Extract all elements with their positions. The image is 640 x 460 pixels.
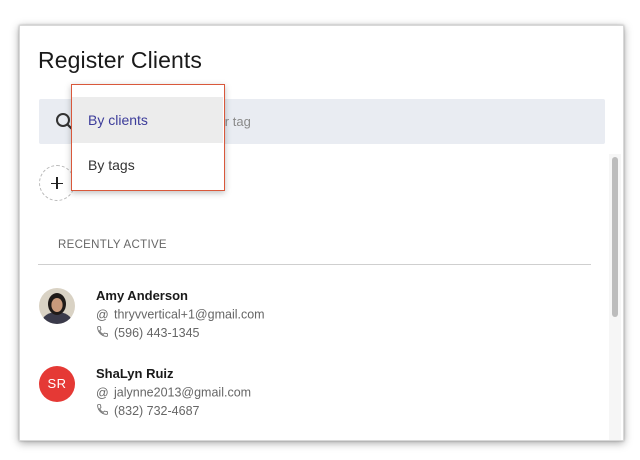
client-email: jalynne2013@gmail.com (114, 385, 252, 400)
scrollbar-thumb[interactable] (612, 157, 618, 317)
phone-icon (96, 325, 110, 341)
client-phone-row: (832) 732-4687 (96, 403, 199, 419)
section-divider (38, 264, 591, 265)
search-mode-dropdown: By clients By tags (71, 84, 225, 191)
client-email-row: @ thryvvertical+1@gmail.com (96, 307, 265, 322)
client-name: Amy Anderson (96, 288, 188, 303)
client-avatar-photo (39, 288, 75, 324)
phone-icon (96, 403, 110, 419)
at-icon: @ (96, 385, 109, 400)
client-phone: (832) 732-4687 (114, 404, 200, 418)
client-list-item[interactable]: Amy Anderson @ thryvvertical+1@gmail.com … (20, 288, 610, 358)
client-avatar-initials: SR (39, 366, 75, 402)
client-phone: (596) 443-1345 (114, 326, 200, 340)
at-icon: @ (96, 307, 109, 322)
dropdown-option-by-tags[interactable]: By tags (72, 142, 223, 188)
add-client-button[interactable] (39, 165, 75, 201)
client-name: ShaLyn Ruiz (96, 366, 174, 381)
dropdown-option-by-clients[interactable]: By clients (72, 97, 223, 143)
client-email-row: @ jalynne2013@gmail.com (96, 385, 251, 400)
dialog-title: Register Clients (38, 47, 202, 73)
client-email: thryvvertical+1@gmail.com (114, 307, 265, 322)
client-phone-row: (596) 443-1345 (96, 325, 199, 341)
recently-active-heading: RECENTLY ACTIVE (58, 239, 167, 251)
client-list-item[interactable]: SR ShaLyn Ruiz @ jalynne2013@gmail.com (8… (20, 366, 610, 436)
scrollbar[interactable] (609, 154, 621, 440)
